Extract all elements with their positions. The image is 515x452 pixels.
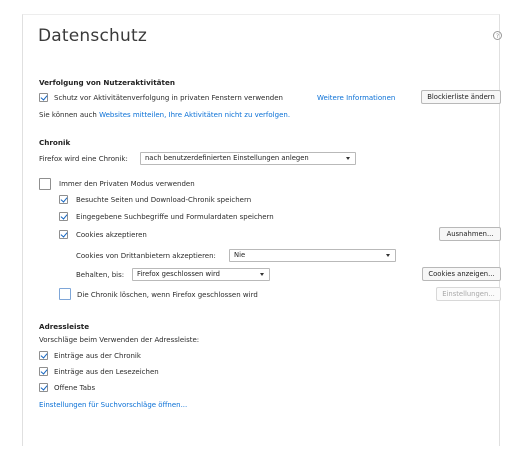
- suggest-tabs-checkbox[interactable]: [39, 383, 48, 392]
- address-bar-intro: Vorschläge beim Verwenden der Adressleis…: [39, 336, 200, 344]
- chevron-down-icon: [260, 273, 264, 276]
- remember-search-label: Eingegebene Suchbegriffe und Formulardat…: [76, 213, 274, 221]
- exceptions-button[interactable]: Ausnahmen...: [439, 227, 501, 241]
- change-blocklist-button[interactable]: Blockierliste ändern: [421, 90, 501, 104]
- suggest-bookmarks-label: Einträge aus den Lesezeichen: [54, 368, 159, 376]
- tracking-protection-checkbox[interactable]: [39, 93, 48, 102]
- third-party-label: Cookies von Drittanbietern akzeptieren:: [76, 252, 216, 260]
- tracking-protection-label: Schutz vor Aktivitätenverfolgung in priv…: [54, 94, 283, 102]
- history-mode-label: Firefox wird eine Chronik:: [39, 155, 128, 163]
- suggest-history-checkbox[interactable]: [39, 351, 48, 360]
- tracking-heading: Verfolgung von Nutzeraktivitäten: [39, 78, 175, 87]
- suggest-tabs-label: Offene Tabs: [54, 384, 96, 392]
- history-heading: Chronik: [39, 138, 71, 147]
- suggest-bookmarks-checkbox[interactable]: [39, 367, 48, 376]
- history-mode-value: nach benutzerdefinierten Einstellungen a…: [145, 154, 309, 162]
- address-bar-heading: Adressleiste: [39, 322, 90, 331]
- history-mode-select[interactable]: nach benutzerdefinierten Einstellungen a…: [140, 152, 356, 165]
- search-suggestion-settings-link[interactable]: Einstellungen für Suchvorschläge öffnen.…: [39, 401, 187, 409]
- third-party-value: Nie: [234, 251, 246, 259]
- suggest-history-label: Einträge aus der Chronik: [54, 352, 141, 360]
- remember-search-checkbox[interactable]: [59, 212, 68, 221]
- clear-on-close-checkbox[interactable]: [59, 288, 71, 300]
- private-mode-checkbox[interactable]: [39, 178, 51, 190]
- dnt-link[interactable]: Websites mitteilen, Ihre Aktivitäten nic…: [99, 111, 290, 119]
- private-mode-label: Immer den Privaten Modus verwenden: [59, 180, 195, 188]
- keep-until-label: Behalten, bis:: [76, 271, 125, 279]
- chevron-down-icon: [346, 157, 350, 160]
- third-party-select[interactable]: Nie: [229, 249, 396, 262]
- dnt-prefix: Sie können auch: [39, 111, 100, 119]
- more-info-link[interactable]: Weitere Informationen: [317, 94, 395, 102]
- help-icon[interactable]: ?: [493, 31, 502, 40]
- keep-until-select[interactable]: Firefox geschlossen wird: [132, 268, 270, 281]
- keep-until-value: Firefox geschlossen wird: [137, 270, 220, 278]
- accept-cookies-checkbox[interactable]: [59, 230, 68, 239]
- clear-on-close-label: Die Chronik löschen, wenn Firefox geschl…: [77, 291, 258, 299]
- show-cookies-button[interactable]: Cookies anzeigen...: [422, 267, 501, 281]
- page-title: Datenschutz: [38, 26, 147, 46]
- remember-browsing-label: Besuchte Seiten und Download-Chronik spe…: [76, 196, 252, 204]
- chevron-down-icon: [386, 254, 390, 257]
- clear-settings-button[interactable]: Einstellungen...: [436, 287, 501, 301]
- remember-browsing-checkbox[interactable]: [59, 195, 68, 204]
- accept-cookies-label: Cookies akzeptieren: [76, 231, 147, 239]
- dnt-text: Sie können auch Websites mitteilen, Ihre…: [39, 111, 290, 119]
